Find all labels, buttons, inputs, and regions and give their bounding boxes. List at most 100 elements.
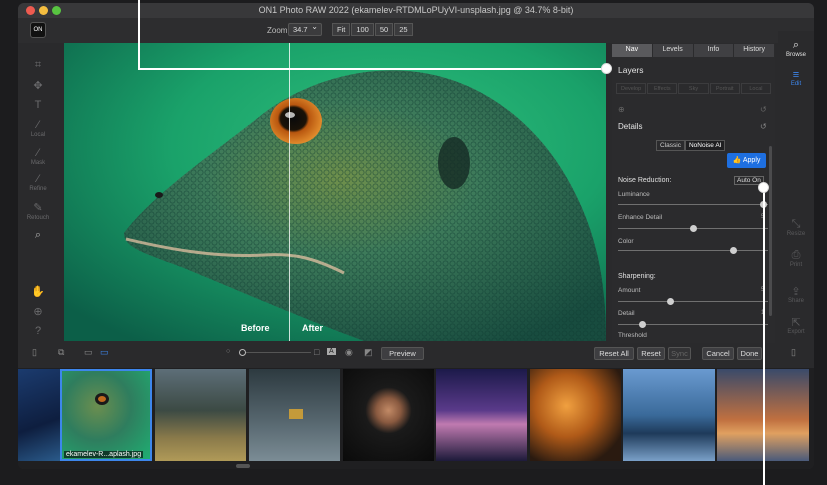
mask-view-icon[interactable]: ◉ [345,347,353,358]
panel-toggle-left-icon[interactable]: ▯ [32,347,37,358]
layers-header[interactable]: Layers [618,65,644,75]
help-icon[interactable]: ? [18,325,58,337]
cancel-button[interactable]: Cancel [702,347,734,360]
enhance-detail-knob[interactable] [689,225,697,232]
panel-scrollbar[interactable] [769,146,772,316]
zoom-out-icon[interactable]: ○ [226,348,230,355]
tab-levels[interactable]: Levels [652,44,694,57]
tab-portrait[interactable]: Portrait [709,83,740,94]
zoom-fit-button[interactable]: Fit [332,23,351,36]
enhance-detail-slider[interactable] [618,225,768,232]
fit-icon[interactable]: □ [314,347,319,357]
filmstrip-resize-handle[interactable] [236,464,250,468]
color-knob[interactable] [729,247,737,254]
auto-icon[interactable]: A [327,348,336,355]
local-brush-icon[interactable]: ⁄ Local [18,119,58,138]
callout-line-horizontal [138,68,606,70]
after-label: After [302,323,324,333]
amount-knob[interactable] [666,298,674,305]
tab-effects[interactable]: Effects [647,83,678,94]
details-header[interactable]: Details [618,122,642,131]
thumb-city-skyline[interactable] [623,369,715,461]
compare-icon[interactable]: ⧉ [58,347,64,358]
color-slider[interactable] [618,247,768,254]
tab-info[interactable]: Info [693,44,735,57]
color-label: Color [618,238,634,245]
thumb-hiker[interactable] [249,369,340,461]
refine-brush-icon[interactable]: ⁄ Refine [18,173,58,192]
resize-module[interactable]: ⤡ Resize [778,218,814,237]
hand-icon[interactable]: ✋ [18,285,58,298]
zoom-50-button[interactable]: 50 [374,23,394,36]
help-glyph: ? [34,325,42,337]
print-module[interactable]: ⎙ Print [778,249,814,268]
view-icon[interactable]: ⌕ [18,229,58,242]
panel-toggle-right-icon[interactable]: ▯ [791,347,796,358]
browse-module[interactable]: ⌕ Browse [778,39,814,58]
luminance-slider[interactable] [618,201,768,208]
detail-label: Detail [618,310,635,317]
zoom-slider-knob[interactable] [239,349,246,356]
amount-slider[interactable] [618,298,768,305]
detail-knob[interactable] [639,321,647,328]
text-icon[interactable]: T [18,99,58,111]
zoom-25-button[interactable]: 25 [394,23,413,36]
before-after-split[interactable] [289,43,290,341]
image-canvas[interactable]: Before After [64,43,606,341]
apply-label: Apply [742,157,761,164]
apply-button[interactable]: 👍 Apply [727,153,766,168]
share-icon: ⇪ [791,286,801,298]
undo-icon[interactable]: ↺ [760,105,767,114]
single-view-icon[interactable]: ▭ [84,347,93,358]
thumb-lizard[interactable]: ekamelev-R...aplash.jpg [60,369,152,461]
detail-slider[interactable] [618,321,768,328]
zoom-slider[interactable] [239,349,311,356]
zoom-glyph: ⊕ [33,306,43,318]
tab-sky[interactable]: Sky [678,83,709,94]
thumb-purple-sky[interactable] [436,369,527,461]
add-layer-icon[interactable]: ⊕ [618,105,625,114]
retouch-label: Retouch [26,215,50,221]
edit-label: Edit [790,81,802,87]
share-label: Share [787,298,804,304]
thumb-galaxy[interactable] [18,369,60,461]
mask-brush-icon[interactable]: ⁄ Mask [18,147,58,166]
mask-label: Mask [30,160,46,166]
edit-module[interactable]: ≡ Edit [778,69,814,87]
view-glyph: ⌕ [34,229,42,241]
export-label: Export [787,329,805,335]
refine-label: Refine [29,186,47,192]
resize-label: Resize [786,231,806,237]
done-button[interactable]: Done [737,347,762,360]
tab-history[interactable]: History [734,44,775,57]
zoom-icon[interactable]: ⊕ [18,305,58,318]
retouch-icon[interactable]: ✎ Retouch [18,201,58,221]
transform-icon[interactable]: ✥ [18,79,58,92]
sync-button[interactable]: Sync [668,347,691,360]
zoom-select[interactable]: 34.7 [288,21,322,36]
thumb-misty-forest[interactable] [155,369,246,461]
thumb-autumn-tree[interactable] [530,369,621,461]
zoom-100-button[interactable]: 100 [351,23,374,36]
thumb-portrait[interactable] [343,369,434,461]
text-glyph: T [34,99,42,111]
preview-button[interactable]: Preview [381,347,424,360]
tab-nav[interactable]: Nav [612,44,653,57]
share-module[interactable]: ⇪ Share [778,285,814,304]
reset-button[interactable]: Reset [637,347,665,360]
reset-all-button[interactable]: Reset All [594,347,634,360]
noise-mode-toggle: Classic NoNoise AI [656,140,726,151]
print-label: Print [789,262,803,268]
luminance-label: Luminance [618,191,650,198]
nonoise-ai-button[interactable]: NoNoise AI [684,140,726,151]
tab-develop[interactable]: Develop [616,83,647,94]
crop-icon[interactable]: ⌗ [18,59,58,72]
clipping-icon[interactable]: ◩ [364,347,373,358]
tab-local[interactable]: Local [740,83,772,94]
split-view-icon[interactable]: ▭ [100,347,109,358]
export-module[interactable]: ⇱ Export [778,316,814,335]
before-label: Before [241,323,270,333]
classic-button[interactable]: Classic [656,140,685,151]
details-reset-icon[interactable]: ↺ [760,122,767,131]
thumb-eye [95,393,109,405]
